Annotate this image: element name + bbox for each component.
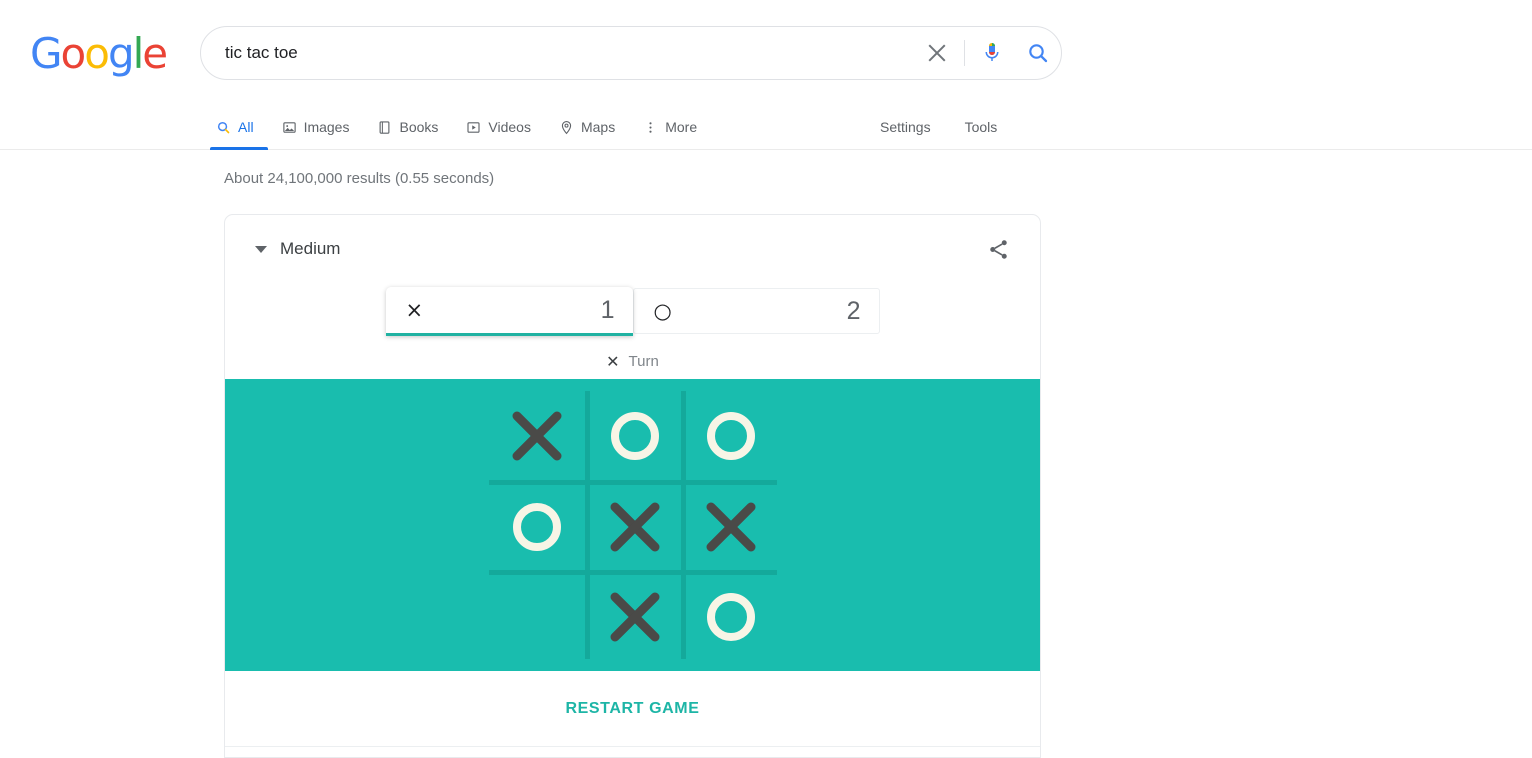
score-card-x[interactable]: × 1 — [385, 287, 633, 336]
search-input[interactable] — [201, 43, 914, 63]
search-icon — [216, 120, 231, 135]
o-mark: ○ — [653, 298, 672, 323]
clear-search-button[interactable] — [914, 30, 960, 76]
logo-letter-2: o — [60, 29, 87, 78]
turn-mark-icon: ✕ — [606, 351, 620, 371]
image-icon — [282, 120, 297, 135]
search-bar — [200, 26, 1062, 80]
logo-letter-4: g — [107, 29, 135, 78]
share-button[interactable] — [978, 229, 1018, 269]
o-mark-icon — [707, 592, 755, 641]
board-cell-2-1[interactable] — [584, 569, 681, 659]
logo-letter-5: l — [132, 29, 145, 78]
tab-more-label: More — [665, 119, 698, 135]
voice-search-button[interactable] — [969, 30, 1015, 76]
tab-images[interactable]: Images — [268, 104, 364, 150]
x-mark-icon — [706, 502, 756, 552]
widget-footer-spacer — [225, 747, 1040, 757]
google-logo[interactable]: G o o g l e — [30, 29, 168, 78]
search-icon — [1029, 44, 1048, 63]
search-submit-button[interactable] — [1015, 30, 1061, 76]
board-cell-0-0[interactable] — [489, 391, 585, 480]
tab-maps-label: Maps — [580, 119, 616, 135]
tab-books[interactable]: Books — [363, 104, 452, 150]
board-cell-1-0[interactable] — [488, 480, 585, 569]
game-board-area — [225, 379, 1040, 671]
board-cell-1-1[interactable] — [584, 480, 681, 570]
widget-header: Medium — [225, 215, 1040, 283]
search-nav-tabs: All Images Books Videos Maps More — [210, 104, 711, 150]
microphone-icon — [985, 43, 999, 61]
result-stats: About 24,100,000 results (0.55 seconds) — [224, 170, 495, 187]
map-pin-icon — [559, 120, 574, 135]
restart-row: RESTART GAME — [225, 671, 1040, 747]
turn-indicator: ✕ Turn — [225, 343, 1040, 379]
difficulty-selector[interactable]: Medium — [255, 239, 340, 259]
tools-link[interactable]: Tools — [965, 119, 998, 135]
o-mark-icon — [611, 411, 659, 460]
tab-maps[interactable]: Maps — [545, 104, 629, 150]
video-icon — [466, 120, 481, 135]
x-mark-icon — [610, 502, 660, 552]
x-mark-icon — [512, 411, 561, 461]
logo-letter-1: G — [30, 29, 63, 78]
restart-game-button[interactable]: RESTART GAME — [559, 699, 705, 719]
x-mark: × — [405, 297, 424, 322]
score-value-o: 2 — [846, 296, 861, 325]
tab-more[interactable]: More — [629, 104, 711, 150]
more-vertical-icon — [643, 120, 658, 135]
turn-label: Turn — [628, 352, 659, 370]
tab-all-label: All — [238, 119, 254, 135]
tab-videos[interactable]: Videos — [452, 104, 545, 150]
tic-tac-toe-widget: Medium × 1 ○ 2 ✕ Turn RESTART GAME — [224, 214, 1041, 758]
board-cell-2-2[interactable] — [680, 569, 777, 659]
x-mark-icon — [610, 592, 660, 642]
score-value-x: 1 — [600, 295, 615, 324]
settings-link[interactable]: Settings — [880, 119, 931, 135]
board-cell-2-0[interactable] — [488, 569, 585, 659]
tab-videos-label: Videos — [488, 119, 531, 135]
close-icon — [926, 42, 948, 64]
share-icon — [989, 239, 1007, 259]
score-card-o[interactable]: ○ 2 — [632, 288, 880, 334]
page-header: G o o g l e tic tac toe All Images Books… — [0, 0, 1532, 150]
board-cell-0-2[interactable] — [680, 391, 777, 481]
board-cell-0-1[interactable] — [584, 391, 681, 481]
scoreboard: × 1 ○ 2 — [225, 283, 1040, 336]
o-mark-icon — [707, 411, 755, 460]
difficulty-label: Medium — [280, 239, 341, 258]
tab-all[interactable]: All — [210, 104, 268, 150]
logo-letter-3: o — [84, 29, 110, 78]
tab-books-label: Books — [399, 119, 439, 135]
book-icon — [377, 120, 392, 135]
board-cell-1-2[interactable] — [680, 480, 777, 570]
header-right-links: Settings Tools — [880, 104, 997, 150]
game-board — [488, 391, 777, 659]
chevron-down-icon — [255, 245, 267, 253]
o-mark-icon — [512, 503, 561, 552]
tab-images-label: Images — [303, 119, 350, 135]
search-divider — [964, 40, 965, 66]
logo-letter-6: e — [142, 29, 168, 78]
